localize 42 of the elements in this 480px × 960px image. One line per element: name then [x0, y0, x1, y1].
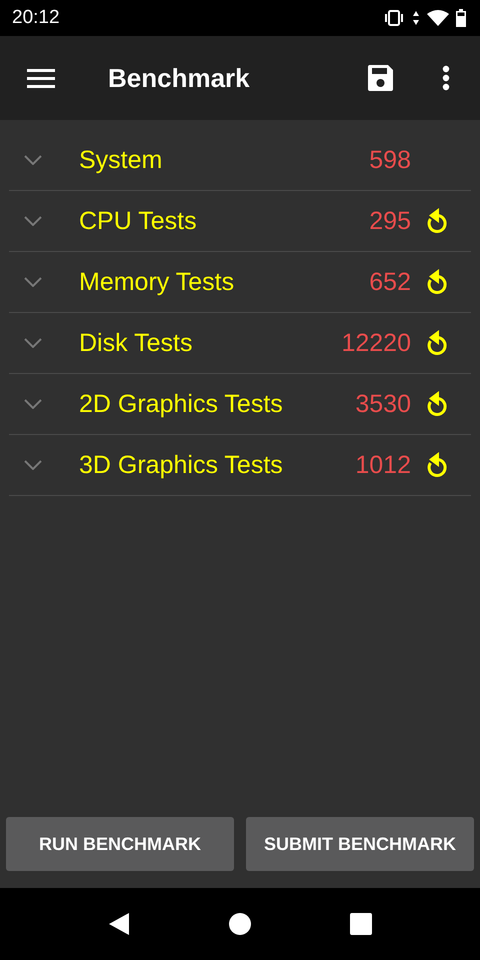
rerun-icon[interactable]: [425, 451, 449, 479]
status-time: 20:12: [12, 7, 60, 29]
vibrate-icon: [383, 10, 405, 26]
section-score: 295: [369, 206, 411, 236]
section-row[interactable]: Memory Tests 652: [9, 252, 471, 313]
menu-icon[interactable]: [27, 68, 55, 88]
battery-icon: [456, 9, 466, 27]
section-score: 1012: [355, 450, 411, 480]
section-score: 3530: [355, 390, 411, 418]
section-label: 2D Graphics Tests: [79, 390, 284, 418]
section-label: System: [79, 146, 164, 174]
section-label: 3D Graphics Tests: [79, 450, 284, 480]
chevron-down-icon[interactable]: [24, 277, 42, 287]
section-row[interactable]: Disk Tests 12220: [9, 313, 471, 374]
section-label: Memory Tests: [79, 268, 236, 296]
chevron-down-icon[interactable]: [24, 460, 42, 470]
benchmark-button[interactable]: RUN BENCHMARK: [6, 817, 234, 871]
app-title: Benchmark: [108, 62, 251, 94]
section-label: Disk Tests: [79, 328, 194, 358]
chevron-down-icon[interactable]: [24, 155, 42, 165]
rerun-icon[interactable]: [425, 207, 449, 235]
section-row[interactable]: System 598: [9, 130, 471, 191]
section-label: CPU Tests: [79, 206, 198, 236]
wifi-icon: [427, 10, 449, 26]
data-arrows-icon: [412, 10, 420, 26]
section-score: 12220: [341, 328, 411, 358]
rerun-icon[interactable]: [425, 268, 449, 296]
section-score: 652: [369, 268, 411, 296]
section-row[interactable]: 2D Graphics Tests 3530: [9, 374, 471, 435]
home-icon[interactable]: [229, 913, 251, 935]
rerun-icon[interactable]: [425, 390, 449, 418]
save-icon[interactable]: [366, 64, 394, 92]
section-score: 598: [369, 146, 411, 174]
more-options-icon[interactable]: [442, 65, 450, 91]
chevron-down-icon[interactable]: [24, 399, 42, 409]
chevron-down-icon[interactable]: [24, 338, 42, 348]
chevron-down-icon[interactable]: [24, 216, 42, 226]
section-row[interactable]: 3D Graphics Tests 1012: [9, 435, 471, 496]
back-icon[interactable]: [108, 912, 130, 936]
section-row[interactable]: CPU Tests 295: [9, 191, 471, 252]
rerun-icon[interactable]: [425, 329, 449, 357]
benchmark-button[interactable]: SUBMIT BENCHMARK: [246, 817, 474, 871]
